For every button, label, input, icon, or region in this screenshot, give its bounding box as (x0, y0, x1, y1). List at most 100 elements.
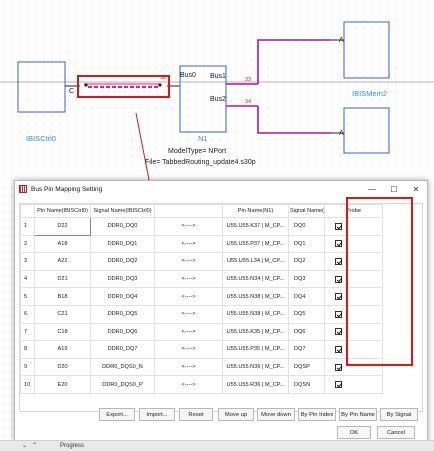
col-header-signal-n1[interactable]: Signal Name(N1) (288, 204, 325, 218)
row-number: 1 (20, 217, 35, 236)
probe-checkbox[interactable] (335, 363, 342, 371)
table-row[interactable]: 1 D22 DDR0_DQ0 <----> U55.U55.K37 | M_CP... D… (20, 217, 383, 236)
by-signal-button[interactable]: By Signal (380, 408, 418, 421)
probe-cell (324, 234, 383, 254)
signal-ctrl-cell[interactable]: DDR0_DQ0 (90, 217, 155, 236)
pin-ctrl-cell[interactable]: A18 (34, 234, 91, 254)
row-number: 5 (20, 287, 35, 306)
signal-n1-cell[interactable]: DQ5 (288, 304, 325, 324)
maximize-button[interactable]: ☐ (383, 181, 405, 197)
signal-n1-cell[interactable]: DQ0 (288, 217, 325, 236)
row-number: 6 (20, 304, 35, 324)
pin-ctrl-cell[interactable]: D20 (34, 357, 91, 377)
table-row[interactable]: 2 A18 DDR0_DQ1 <----> U55.U55.P37 | M_CP... D… (20, 234, 383, 254)
signal-ctrl-cell[interactable]: DDR0_DQ5 (90, 304, 155, 324)
signal-n1-cell[interactable]: DQ3 (288, 269, 325, 289)
signal-ctrl-cell[interactable]: DDR0_DQ7 (90, 340, 155, 359)
pin-ctrl-cell[interactable]: A22 (34, 252, 91, 271)
bottom-status-bar: ⌄ ⌃ Progress (0, 440, 434, 451)
signal-n1-cell[interactable]: DQSP (288, 357, 325, 377)
signal-n1-cell[interactable]: DQSN (288, 375, 325, 394)
signal-ctrl-cell[interactable]: DDR0_DQ6 (90, 322, 155, 342)
table-row[interactable]: 10 E20 DDR0_DQS0_P <----> U55.U55.R36 | M_CP… (20, 375, 383, 394)
pin-n1-cell[interactable]: U55.U55.K37 | M_CP... (222, 217, 289, 236)
probe-checkbox[interactable] (335, 328, 342, 336)
table-row[interactable]: 3 A22 DDR0_DQ2 <----> U55.U55.L34 | M_CP... D… (20, 252, 383, 271)
table-row[interactable]: 5 B18 DDR0_DQ4 <----> U55.U55.N38 | M_CP... D… (20, 287, 383, 306)
mapping-arrow: <----> (154, 357, 223, 377)
signal-ctrl-cell[interactable]: DDR0_DQ3 (90, 269, 155, 289)
component-n1-label[interactable]: N1 (198, 134, 208, 143)
pin-ctrl-cell[interactable]: C18 (34, 322, 91, 342)
probe-cell (324, 340, 383, 359)
pin-n1-cell[interactable]: U55.U55.N38 | M_CP... (222, 287, 289, 306)
probe-checkbox[interactable] (335, 345, 342, 353)
minimize-button[interactable]: — (361, 181, 383, 197)
probe-checkbox[interactable] (335, 240, 342, 248)
move-up-button[interactable]: Move up (218, 408, 254, 421)
table-row[interactable]: 7 C18 DDR0_DQ6 <----> U55.U55.K35 | M_CP... D… (20, 322, 383, 342)
col-header-pin-ctrl[interactable]: Pin Name(IBISCtrl0) (34, 204, 91, 218)
pin-ctrl-cell[interactable]: B18 (34, 287, 91, 306)
reset-button[interactable]: Reset (179, 408, 213, 421)
app-icon (19, 185, 27, 193)
by-pin-name-button[interactable]: By Pin Name (339, 408, 377, 421)
pin-ctrl-cell[interactable]: D22 (34, 217, 91, 236)
mapping-table-area[interactable]: Pin Name(IBISCtrl0) Signal Name(IBISCtrl… (19, 203, 423, 412)
signal-ctrl-cell[interactable]: DDR0_DQ4 (90, 287, 155, 306)
signal-n1-cell[interactable]: DQ7 (288, 340, 325, 359)
table-row[interactable]: 9 D20 DDR0_DQS0_N <----> U55.U55.N36 | M_CP.… (20, 357, 383, 377)
signal-ctrl-cell[interactable]: DDR0_DQS0_N (90, 357, 155, 377)
col-header-pin-n1[interactable]: Pin Name(N1) (222, 204, 289, 218)
pin-ctrl-cell[interactable]: D21 (34, 269, 91, 289)
row-number: 2 (20, 234, 35, 254)
component-ibismem2-label[interactable]: IBISMem2 (352, 89, 387, 98)
pin-n1-cell[interactable]: U55.U55.L34 | M_CP... (222, 252, 289, 271)
probe-checkbox[interactable] (335, 381, 342, 389)
ok-button[interactable]: OK (337, 426, 371, 439)
col-header-signal-ctrl[interactable]: Signal Name(IBISCtrl0) (90, 204, 155, 218)
pin-n1-cell[interactable]: U55.U55.N36 | M_CP... (222, 357, 289, 377)
probe-checkbox[interactable] (335, 310, 342, 318)
pin-n1-cell[interactable]: U55.U55.N38 | M_CP... (222, 304, 289, 324)
collapse-icon[interactable]: ⌄ (22, 442, 27, 449)
signal-n1-cell[interactable]: DQ6 (288, 322, 325, 342)
import-button[interactable]: Import... (139, 408, 175, 421)
row-number: 3 (20, 252, 35, 271)
pin-ctrl-cell[interactable]: E20 (34, 375, 91, 394)
pin-n1-cell[interactable]: U55.U55.P35 | M_CP... (222, 340, 289, 359)
signal-ctrl-cell[interactable]: DDR0_DQS0_P (90, 375, 155, 394)
probe-checkbox[interactable] (335, 293, 342, 301)
table-row[interactable]: 8 A19 DDR0_DQ7 <----> U55.U55.P35 | M_CP... D… (20, 340, 383, 359)
move-down-button[interactable]: Move down (257, 408, 295, 421)
mapping-arrow: <----> (154, 340, 223, 359)
pin-ctrl-cell[interactable]: C21 (34, 304, 91, 324)
probe-checkbox[interactable] (335, 275, 342, 283)
probe-cell (324, 357, 383, 377)
expand-icon[interactable]: ⌃ (32, 442, 37, 449)
net-34-label: 34 (245, 99, 252, 105)
by-pin-index-button[interactable]: By Pin Index (298, 408, 336, 421)
pin-n1-cell[interactable]: U55.U55.K35 | M_CP... (222, 322, 289, 342)
table-row[interactable]: 6 C21 DDR0_DQ5 <----> U55.U55.N38 | M_CP... D… (20, 304, 383, 324)
signal-n1-cell[interactable]: DQ1 (288, 234, 325, 254)
export-button[interactable]: Export... (99, 408, 135, 421)
pin-n1-cell[interactable]: U55.U55.P37 | M_CP... (222, 234, 289, 254)
table-row[interactable]: 4 D21 DDR0_DQ3 <----> U55.U55.N34 | M_CP... D… (20, 269, 383, 289)
pin-ctrl-cell[interactable]: A19 (34, 340, 91, 359)
component-ibisctrl0-label[interactable]: IBISCtrl0 (26, 134, 56, 143)
pin-n1-cell[interactable]: U55.U55.N34 | M_CP... (222, 269, 289, 289)
dialog-title-bar[interactable]: Bus Pin Mapping Setting — ☐ ✕ (15, 181, 427, 197)
port-a-label-top: A (339, 37, 344, 44)
col-header-probe[interactable]: Probe (324, 204, 383, 218)
signal-n1-cell[interactable]: DQ4 (288, 287, 325, 306)
signal-ctrl-cell[interactable]: DDR0_DQ2 (90, 252, 155, 271)
mapping-arrow: <----> (154, 304, 223, 324)
cancel-button[interactable]: Cancel (377, 426, 415, 439)
probe-checkbox[interactable] (335, 222, 342, 230)
close-button[interactable]: ✕ (405, 181, 427, 197)
signal-ctrl-cell[interactable]: DDR0_DQ1 (90, 234, 155, 254)
signal-n1-cell[interactable]: DQ2 (288, 252, 325, 271)
probe-checkbox[interactable] (335, 257, 342, 265)
pin-n1-cell[interactable]: U55.U55.R36 | M_CP... (222, 375, 289, 394)
